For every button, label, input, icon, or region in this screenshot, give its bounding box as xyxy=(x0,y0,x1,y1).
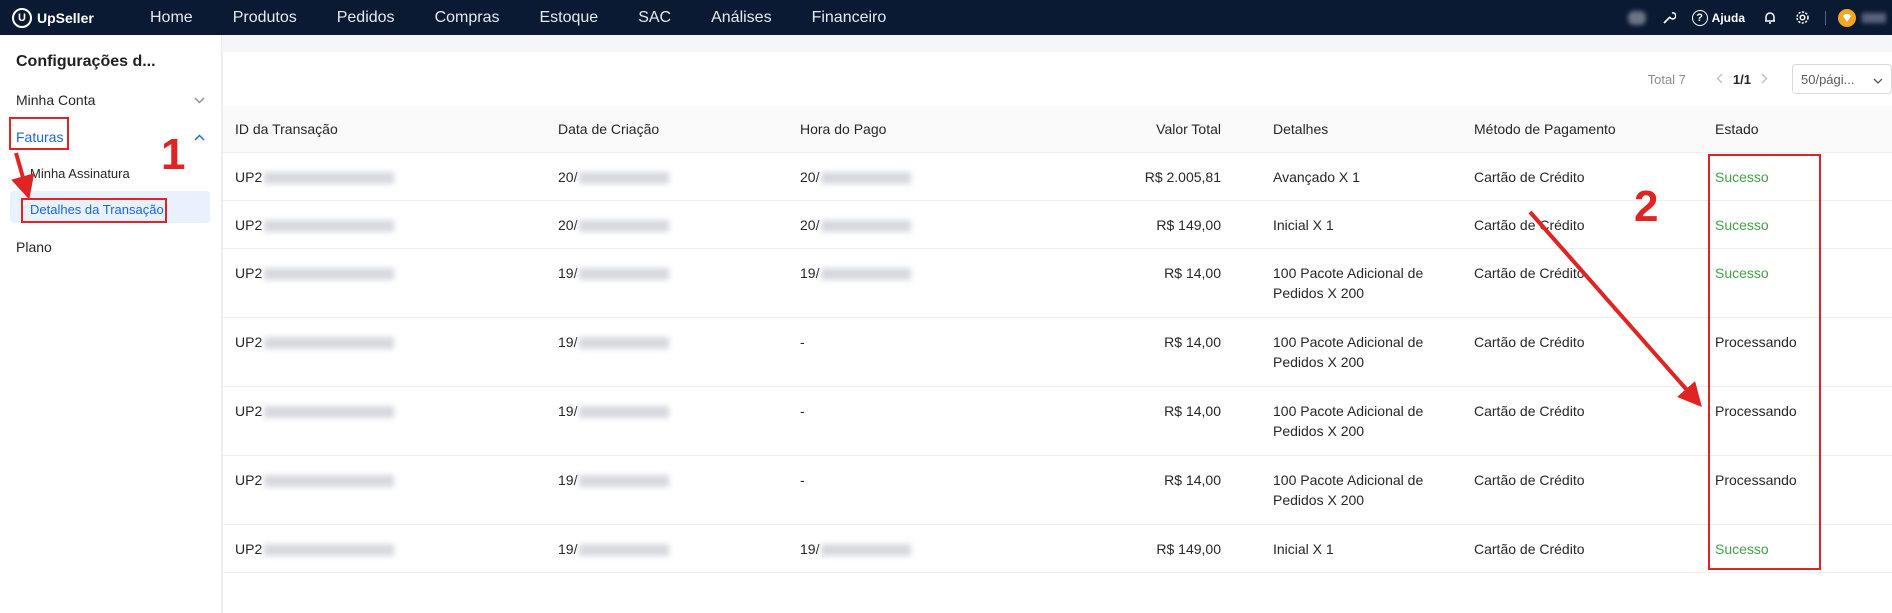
annotation-arrow-2 xyxy=(1528,210,1702,408)
annotation-arrows xyxy=(11,152,1702,408)
annotation-arrow-1 xyxy=(11,152,35,200)
